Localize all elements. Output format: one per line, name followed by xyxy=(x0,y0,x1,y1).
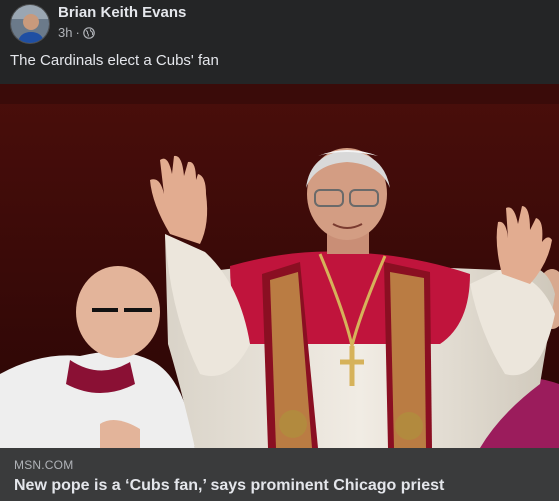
post-photo[interactable] xyxy=(0,84,559,448)
author-name[interactable]: Brian Keith Evans xyxy=(58,4,186,21)
post-caption: The Cardinals elect a Cubs' fan xyxy=(10,52,219,69)
link-domain: MSN.COM xyxy=(14,458,74,472)
globe-icon[interactable] xyxy=(83,26,95,39)
link-headline[interactable]: New pope is a ‘Cubs fan,’ says prominent… xyxy=(14,477,444,495)
post-header: Brian Keith Evans 3h · The Cardinals ele… xyxy=(0,0,559,84)
avatar-image xyxy=(11,5,49,43)
post-meta: 3h · xyxy=(58,25,95,40)
link-preview-card[interactable]: MSN.COM New pope is a ‘Cubs fan,’ says p… xyxy=(0,448,559,501)
pope-photo-illustration xyxy=(0,84,559,448)
post-timestamp[interactable]: 3h xyxy=(58,25,72,40)
author-avatar[interactable] xyxy=(10,4,50,44)
facebook-post: Brian Keith Evans 3h · The Cardinals ele… xyxy=(0,0,559,501)
